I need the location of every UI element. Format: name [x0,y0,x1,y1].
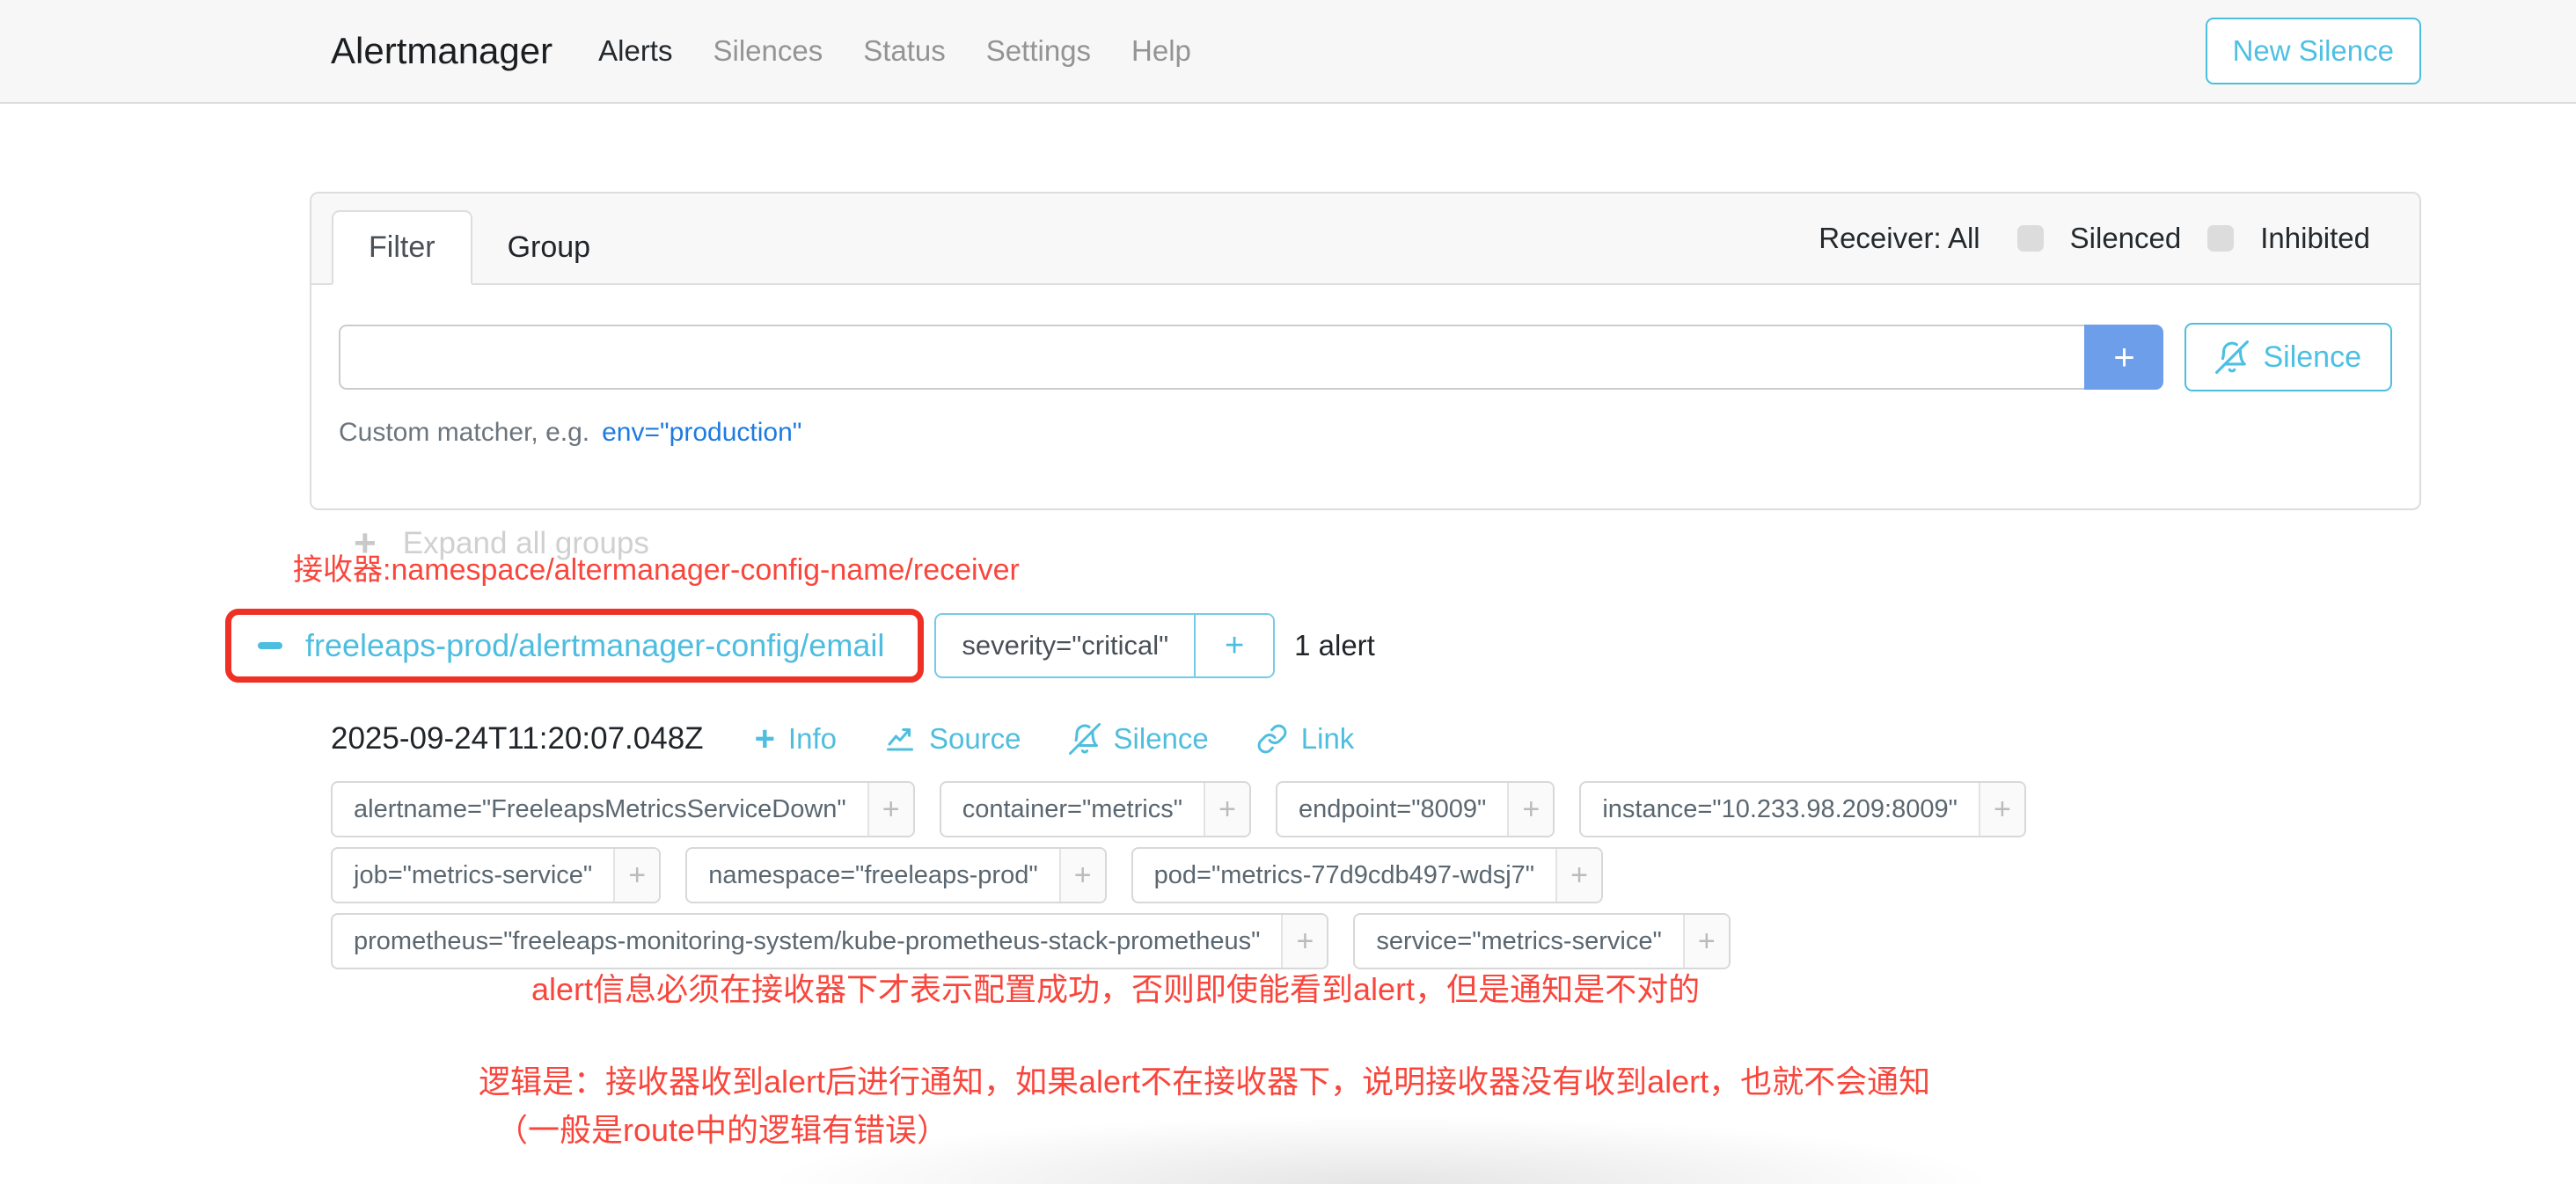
label-pill: endpoint="8009" + [1276,781,1555,837]
chart-line-icon [884,723,916,755]
alert-item: 2025-09-24T11:20:07.048Z + Info Source S… [331,721,2266,979]
alert-header-row: 2025-09-24T11:20:07.048Z + Info Source S… [331,721,2266,756]
collapse-minus-icon [258,642,282,649]
label-pill: service="metrics-service" + [1353,913,1730,969]
nav-item-silences[interactable]: Silences [713,34,823,68]
label-add-button[interactable]: + [1059,849,1105,902]
info-link-label: Info [788,722,837,756]
receiver-group-link[interactable]: freeleaps-prod/alertmanager-config/email [305,627,884,664]
matcher-row: + Silence [339,323,2392,391]
label-row: job="metrics-service" + namespace="freel… [331,847,2266,903]
label-add-button[interactable]: + [1507,783,1553,836]
source-link-label: Source [929,722,1021,756]
label-text: namespace="freeleaps-prod" [687,849,1058,902]
label-text: pod="metrics-77d9cdb497-wdsj7" [1133,849,1555,902]
silenced-checkbox[interactable] [2017,225,2044,252]
group-matcher-label[interactable]: severity="critical" [936,615,1194,676]
add-matcher-button[interactable]: + [2084,325,2163,390]
label-add-button[interactable]: + [1555,849,1601,902]
nav-item-help[interactable]: Help [1131,34,1191,68]
annotation-highlight-box: freeleaps-prod/alertmanager-config/email [225,609,924,683]
helper-example-link[interactable]: env="production" [602,418,801,448]
label-text: job="metrics-service" [333,849,613,902]
matcher-helper: Custom matcher, e.g. env="production" [339,418,2392,448]
bell-slash-icon [2215,340,2249,374]
silence-button[interactable]: Silence [2184,323,2392,391]
alert-labels: alertname="FreeleapsMetricsServiceDown" … [331,781,2266,969]
label-pill: instance="10.233.98.209:8009" + [1579,781,2026,837]
label-pill: container="metrics" + [940,781,1251,837]
link-link-label: Link [1301,722,1355,756]
filter-card-body: + Silence Custom matcher, e.g. env="prod… [311,285,2419,448]
label-text: service="metrics-service" [1355,915,1682,968]
matcher-input[interactable] [339,325,2084,390]
source-link[interactable]: Source [884,722,1021,756]
link-icon [1256,723,1288,755]
receiver-group-row: freeleaps-prod/alertmanager-config/email… [225,609,1375,683]
label-add-button[interactable]: + [613,849,659,902]
nav-links: Alerts Silences Status Settings Help [598,34,1191,68]
label-pill: namespace="freeleaps-prod" + [685,847,1106,903]
label-pill: job="metrics-service" + [331,847,661,903]
new-silence-button[interactable]: New Silence [2206,18,2421,84]
silenced-label[interactable]: Silenced [2070,222,2182,255]
label-pill: alertname="FreeleapsMetricsServiceDown" … [331,781,915,837]
inhibited-label[interactable]: Inhibited [2260,222,2370,255]
tab-group[interactable]: Group [472,212,626,283]
navbar: Alertmanager Alerts Silences Status Sett… [0,0,2576,104]
label-add-button[interactable]: + [867,783,913,836]
helper-text: Custom matcher, e.g. [339,418,589,448]
info-link[interactable]: + Info [755,721,837,756]
filter-card-header: Filter Group Receiver: All Silenced Inhi… [311,194,2419,285]
group-matcher: severity="critical" + [934,613,1275,678]
label-add-button[interactable]: + [1979,783,2024,836]
app-brand[interactable]: Alertmanager [331,30,553,72]
label-add-button[interactable]: + [1204,783,1249,836]
alert-timestamp: 2025-09-24T11:20:07.048Z [331,721,704,756]
generator-link[interactable]: Link [1256,722,1355,756]
label-text: prometheus="freeleaps-monitoring-system/… [333,915,1281,968]
inhibited-checkbox[interactable] [2207,225,2234,252]
silence-button-label: Silence [2263,340,2361,375]
filter-options: Receiver: All Silenced Inhibited [1819,222,2370,255]
label-text: alertname="FreeleapsMetricsServiceDown" [333,783,867,836]
silence-link[interactable]: Silence [1069,722,1209,756]
group-matcher-add-button[interactable]: + [1194,615,1273,676]
label-text: container="metrics" [941,783,1204,836]
label-pill: pod="metrics-77d9cdb497-wdsj7" + [1131,847,1603,903]
annotation-logic-note-line1: 逻辑是：接收器收到alert后进行通知，如果alert不在接收器下，说明接收器没… [479,1056,1930,1102]
label-pill: prometheus="freeleaps-monitoring-system/… [331,913,1328,969]
filter-card: Filter Group Receiver: All Silenced Inhi… [310,192,2421,510]
label-text: instance="10.233.98.209:8009" [1581,783,1979,836]
silence-link-label: Silence [1114,722,1209,756]
label-row: prometheus="freeleaps-monitoring-system/… [331,913,2266,969]
label-row: alertname="FreeleapsMetricsServiceDown" … [331,781,2266,837]
nav-item-settings[interactable]: Settings [986,34,1091,68]
receiver-filter-label[interactable]: Receiver: All [1819,222,1980,255]
tab-filter[interactable]: Filter [332,210,472,285]
plus-icon: + [755,721,775,756]
label-text: endpoint="8009" [1277,783,1507,836]
label-add-button[interactable]: + [1281,915,1327,968]
alert-count: 1 alert [1294,629,1375,662]
annotation-alert-note: alert信息必须在接收器下才表示配置成功，否则即使能看到alert，但是通知是… [531,964,1700,1010]
bell-slash-icon [1069,723,1101,755]
nav-item-status[interactable]: Status [863,34,946,68]
label-add-button[interactable]: + [1683,915,1729,968]
annotation-logic-note-line2: （一般是route中的逻辑有错误） [496,1105,948,1151]
annotation-receiver-note: 接收器:namespace/altermanager-config-name/r… [293,545,1020,588]
nav-item-alerts[interactable]: Alerts [598,34,672,68]
